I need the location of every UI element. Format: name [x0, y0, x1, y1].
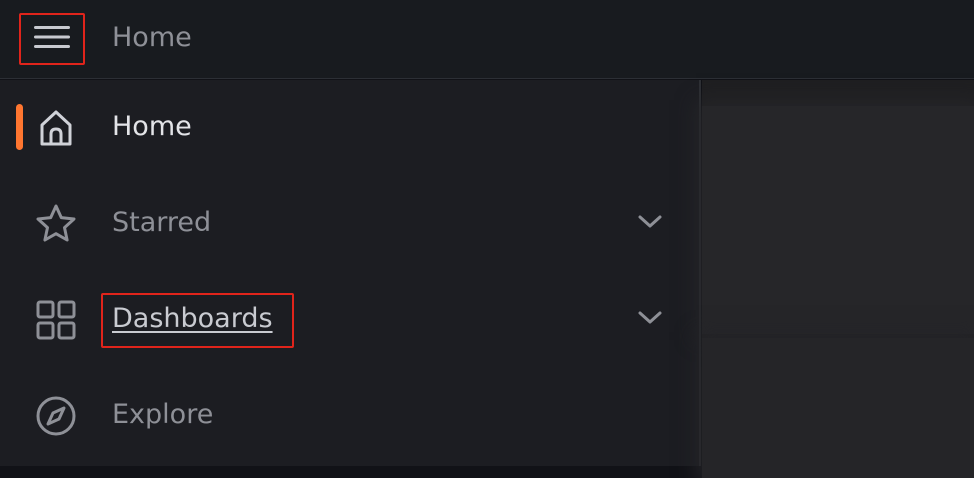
compass-icon — [32, 392, 80, 440]
menu-toggle-button[interactable] — [19, 13, 85, 65]
top-bar: Home — [0, 0, 974, 79]
active-indicator — [16, 104, 23, 150]
hamburger-menu-icon — [32, 23, 72, 55]
home-icon — [32, 104, 80, 152]
sidebar-item-label: Dashboards — [112, 303, 273, 334]
chevron-down-icon[interactable] — [634, 206, 666, 238]
sidebar-item-home[interactable]: Home — [0, 80, 699, 176]
mega-menu-sidebar: Home Starred Dashboards Explore — [0, 80, 701, 466]
sidebar-item-starred[interactable]: Starred — [0, 176, 699, 272]
content-panel — [702, 106, 974, 334]
dimmed-page-content — [702, 80, 974, 478]
apps-grid-icon — [32, 296, 80, 344]
sidebar-item-label: Home — [112, 111, 192, 142]
sidebar-item-label: Explore — [112, 399, 214, 430]
chevron-down-icon[interactable] — [634, 302, 666, 334]
sidebar-item-explore[interactable]: Explore — [0, 368, 699, 464]
sidebar-item-dashboards[interactable]: Dashboards — [0, 272, 699, 368]
star-icon — [32, 200, 80, 248]
sidebar-item-label: Starred — [112, 207, 212, 238]
content-panel — [702, 338, 974, 478]
breadcrumb-home[interactable]: Home — [112, 21, 192, 55]
